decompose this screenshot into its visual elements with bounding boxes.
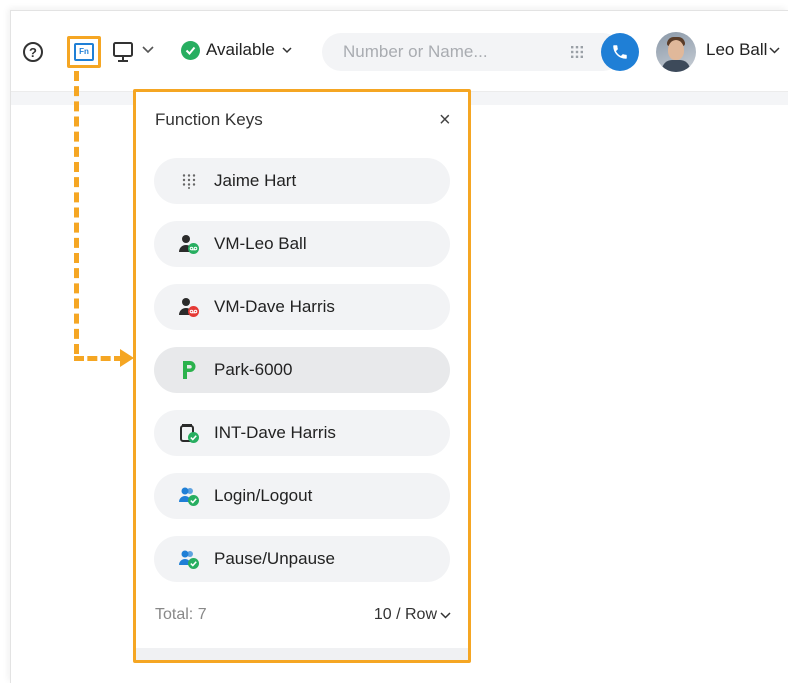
panel-bottom-scroll-area bbox=[136, 648, 468, 660]
intercom-icon bbox=[178, 422, 200, 444]
per-row-dropdown[interactable]: 10 / Row bbox=[374, 606, 451, 624]
function-key-vm-dave-harris[interactable]: VM-Dave Harris bbox=[154, 284, 450, 330]
phone-icon bbox=[613, 45, 627, 59]
panel-title: Function Keys bbox=[155, 110, 263, 129]
park-icon bbox=[178, 359, 200, 381]
function-key-label: VM-Dave Harris bbox=[214, 297, 335, 316]
voicemail-contact-icon bbox=[178, 233, 200, 255]
chevron-down-icon bbox=[440, 612, 451, 619]
number-or-name-input[interactable] bbox=[343, 42, 553, 62]
queue-pause-icon bbox=[178, 548, 200, 570]
function-key-label: Pause/Unpause bbox=[214, 549, 335, 568]
close-icon[interactable]: × bbox=[439, 110, 451, 130]
available-status-icon bbox=[181, 40, 200, 60]
call-button[interactable] bbox=[601, 33, 639, 71]
chevron-down-icon bbox=[769, 47, 780, 54]
monitor-icon[interactable] bbox=[113, 41, 133, 63]
per-row-label: 10 / Row bbox=[373, 606, 437, 623]
function-key-int-dave-harris[interactable]: INT-Dave Harris bbox=[154, 410, 450, 456]
presence-status-dropdown[interactable]: Available bbox=[181, 40, 293, 60]
function-key-label: Login/Logout bbox=[214, 486, 313, 505]
queue-login-icon bbox=[178, 485, 200, 507]
annotation-connector bbox=[74, 356, 124, 361]
function-key-pause-unpause[interactable]: Pause/Unpause bbox=[154, 536, 450, 582]
top-toolbar: ? Fn Available Number or Name... Leo Bal… bbox=[11, 11, 788, 91]
function-keys-panel: Function Keys × Jaime Hart VM-Leo Ball V… bbox=[133, 89, 471, 663]
function-key-label: INT-Dave Harris bbox=[214, 423, 336, 442]
user-menu[interactable]: Leo Ball bbox=[706, 40, 780, 60]
function-key-label: Park-6000 bbox=[214, 360, 293, 379]
function-key-login-logout[interactable]: Login/Logout bbox=[154, 473, 450, 519]
fn-icon: Fn bbox=[74, 43, 94, 61]
avatar[interactable] bbox=[656, 32, 696, 72]
annotation-connector bbox=[74, 71, 79, 354]
function-key-vm-leo-ball[interactable]: VM-Leo Ball bbox=[154, 221, 450, 267]
chevron-down-icon[interactable] bbox=[141, 42, 155, 59]
function-key-label: VM-Leo Ball bbox=[214, 234, 307, 253]
chevron-down-icon bbox=[282, 47, 292, 54]
dial-search-bar bbox=[322, 33, 622, 71]
function-key-list: Jaime Hart VM-Leo Ball VM-Dave Harris Pa… bbox=[154, 158, 450, 599]
status-label: Available bbox=[206, 40, 275, 59]
panel-footer: Total: 7 10 / Row bbox=[155, 606, 451, 624]
function-key-park-6000[interactable]: Park-6000 bbox=[154, 347, 450, 393]
annotation-arrow-icon bbox=[120, 349, 134, 367]
total-count: Total: 7 bbox=[155, 606, 207, 623]
app-window: ? Fn Available Number or Name... Leo Bal… bbox=[10, 10, 788, 683]
function-key-label: Jaime Hart bbox=[214, 171, 297, 190]
dialpad-icon[interactable] bbox=[570, 45, 584, 59]
function-keys-button[interactable]: Fn bbox=[67, 36, 101, 68]
user-name: Leo Ball bbox=[706, 40, 768, 59]
function-key-jaime-hart[interactable]: Jaime Hart bbox=[154, 158, 450, 204]
keypad-icon bbox=[178, 170, 200, 192]
voicemail-contact-icon bbox=[178, 296, 200, 318]
help-icon[interactable]: ? bbox=[23, 42, 43, 62]
